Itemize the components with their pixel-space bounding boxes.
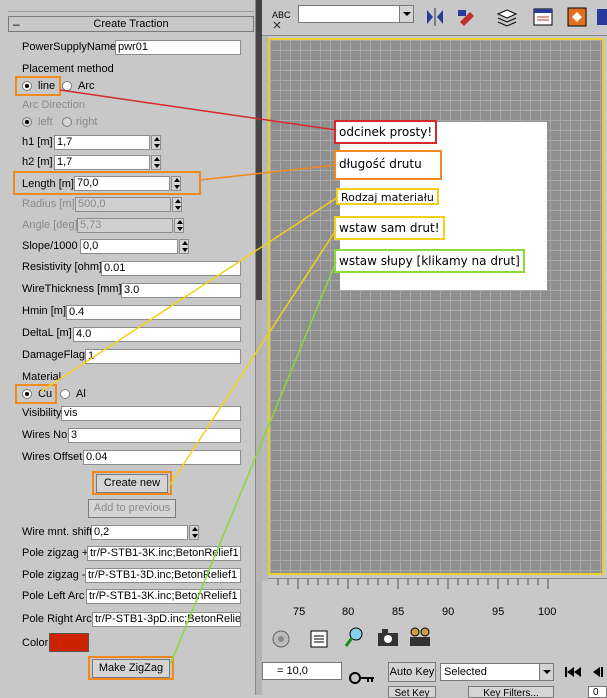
frame-value-field[interactable]: = 10,0 — [262, 662, 342, 680]
timeline-tick-label: 100 — [538, 606, 557, 618]
current-frame-field[interactable]: 0 — [588, 686, 607, 698]
timeline-tick-label: 75 — [293, 606, 306, 618]
key-filters-button[interactable]: Key Filters... — [468, 686, 554, 698]
render-setup-icon[interactable] — [270, 628, 292, 650]
key-mode-dropdown-icon[interactable] — [539, 664, 553, 680]
key-icon[interactable] — [348, 668, 376, 688]
bottom-controls: = 10,0 Auto Key Selected Set Key Key Fil… — [262, 622, 607, 698]
callout-line-red — [59, 89, 337, 131]
go-to-start-icon[interactable] — [562, 664, 584, 680]
timeline-tick-label: 80 — [342, 606, 355, 618]
timeline-ruler[interactable]: 75 80 85 90 95 100 — [268, 578, 607, 622]
timeline-ticks — [277, 579, 549, 589]
key-mode-select[interactable]: Selected — [440, 663, 554, 681]
prev-frame-icon[interactable] — [588, 664, 607, 680]
callout-line-yellow-2 — [169, 229, 337, 486]
timeline-tick-label: 90 — [442, 606, 455, 618]
timeline-tick-label: 85 — [392, 606, 405, 618]
render-last-icon[interactable] — [408, 626, 430, 648]
key-mode-value: Selected — [444, 666, 487, 678]
timeline-tick-label: 95 — [492, 606, 505, 618]
quick-render-icon[interactable] — [376, 626, 398, 648]
auto-key-button[interactable]: Auto Key — [388, 662, 436, 682]
zoom-region-icon[interactable] — [344, 626, 366, 648]
callout-line-orange — [199, 164, 337, 181]
set-key-button[interactable]: Set Key — [388, 686, 436, 698]
render-frame-icon[interactable] — [308, 628, 330, 650]
